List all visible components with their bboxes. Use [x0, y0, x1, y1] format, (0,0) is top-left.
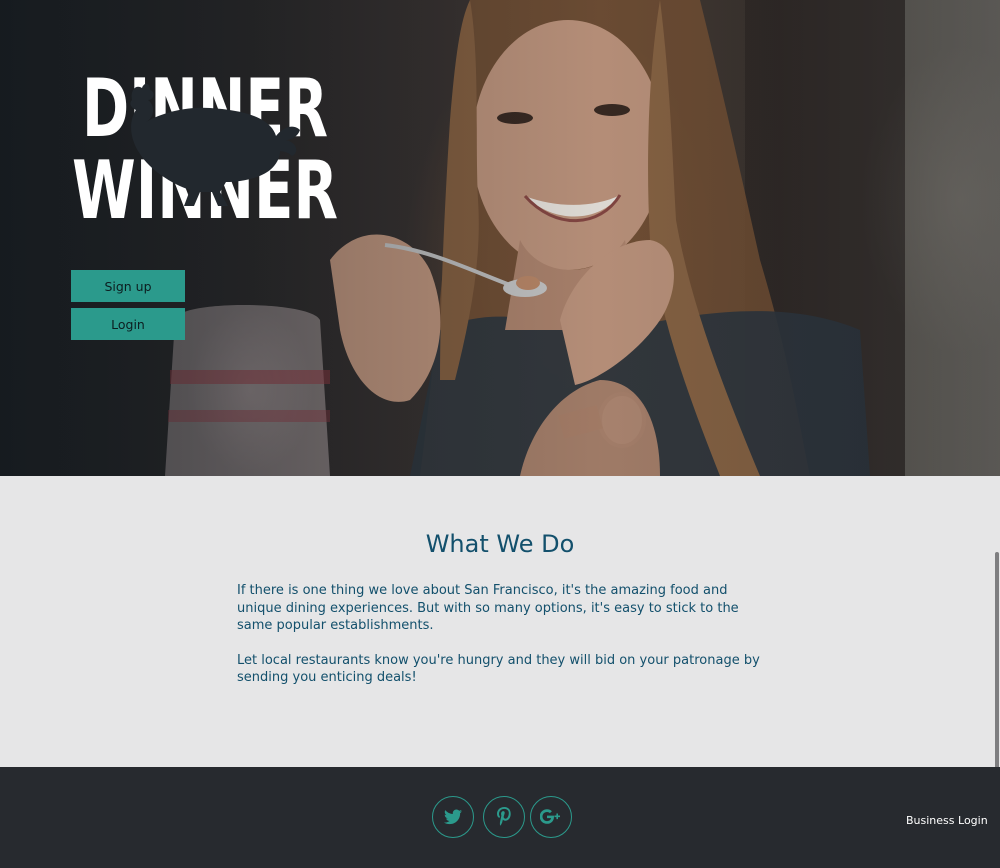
- twitter-icon: [444, 809, 462, 825]
- twitter-link[interactable]: [432, 796, 474, 838]
- section-paragraph: Let local restaurants know you're hungry…: [237, 652, 760, 686]
- google-plus-icon: [540, 809, 560, 824]
- hero-banner: DINNER WINNER Sign up Login: [0, 0, 1000, 476]
- business-login-link[interactable]: Business Login: [906, 814, 988, 827]
- pinterest-icon: [497, 807, 511, 826]
- dinner-winner-logo[interactable]: DINNER WINNER: [70, 66, 340, 224]
- login-button[interactable]: Login: [71, 308, 185, 340]
- rooster-logo-icon: DINNER WINNER: [72, 66, 338, 224]
- pinterest-link[interactable]: [483, 796, 525, 838]
- what-we-do-section: What We Do If there is one thing we love…: [0, 476, 1000, 767]
- section-title: What We Do: [425, 530, 575, 558]
- footer: Business Login: [0, 767, 1000, 868]
- sign-up-button[interactable]: Sign up: [71, 270, 185, 302]
- section-body: If there is one thing we love about San …: [237, 582, 767, 704]
- google-plus-link[interactable]: [530, 796, 572, 838]
- section-paragraph: If there is one thing we love about San …: [237, 583, 739, 633]
